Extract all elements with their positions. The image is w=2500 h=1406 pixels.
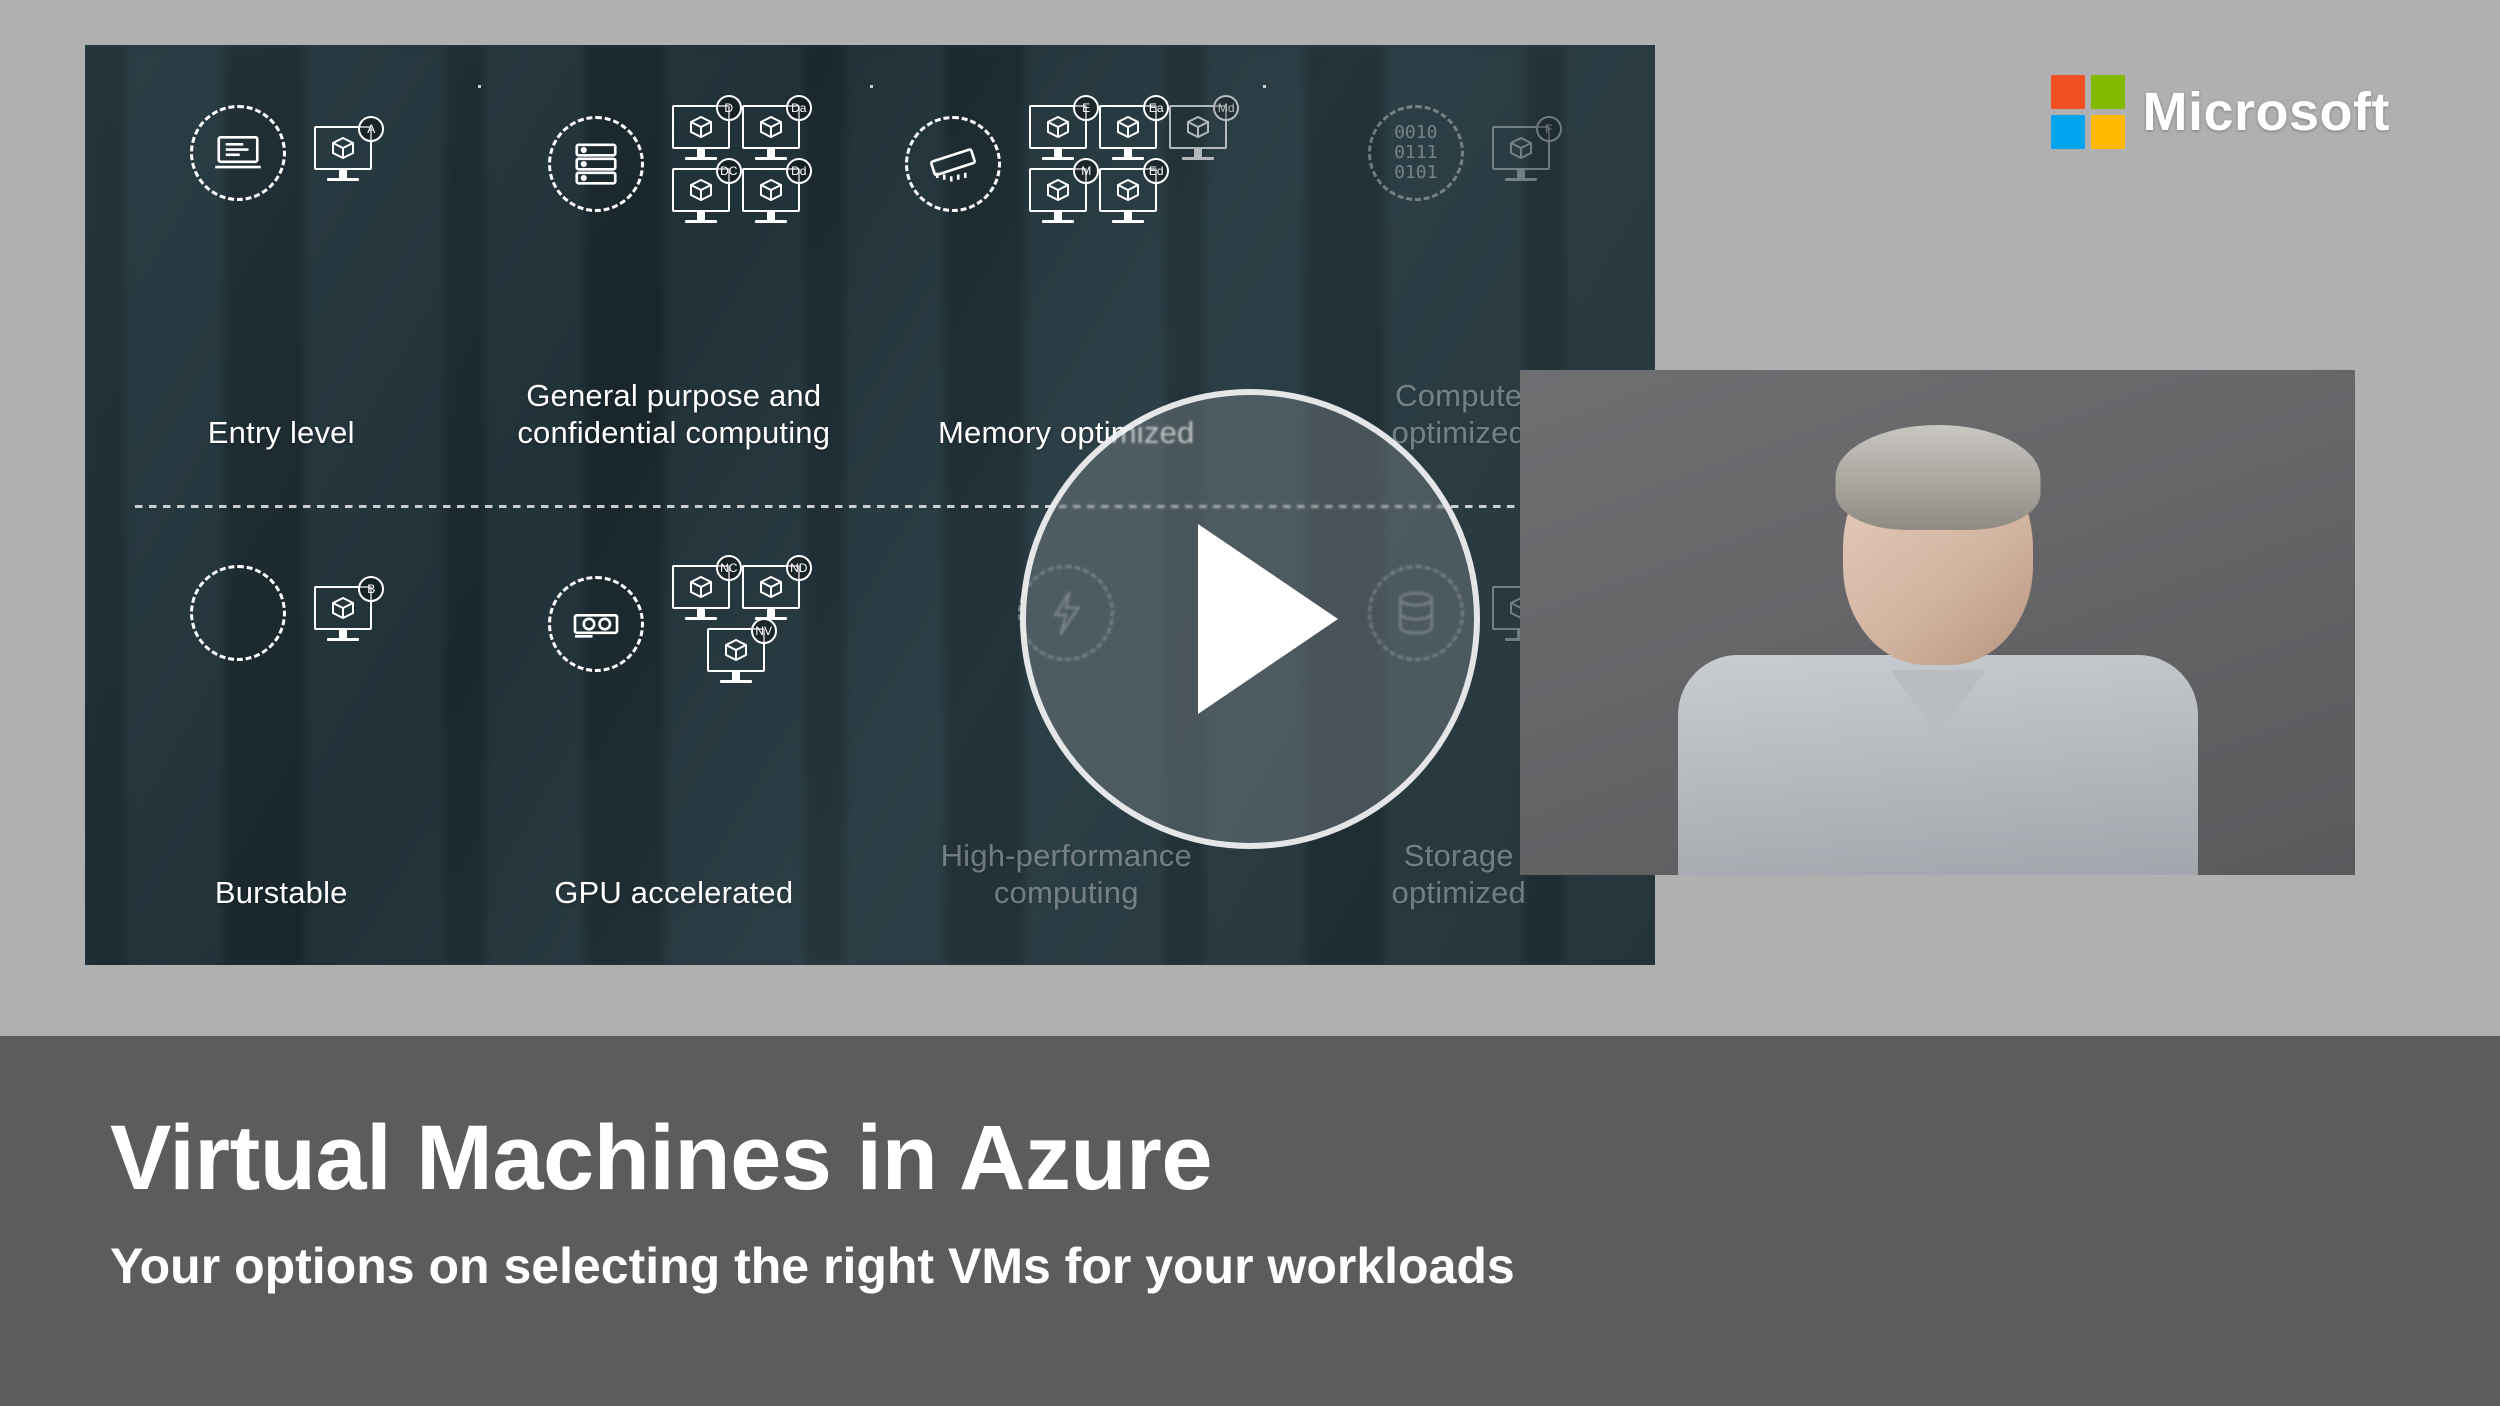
series-badge: Md bbox=[1213, 95, 1239, 121]
vm-monitor-cluster: B bbox=[314, 586, 372, 641]
burst-icon bbox=[190, 565, 286, 661]
server-icon bbox=[548, 116, 644, 212]
cell-general-purpose: D Da DC Dd General purpose and confident… bbox=[478, 45, 871, 505]
series-badge: D bbox=[716, 95, 742, 121]
video-subtitle: Your options on selecting the right VMs … bbox=[110, 1237, 2390, 1295]
laptop-icon bbox=[190, 105, 286, 201]
series-badge: M bbox=[1073, 158, 1099, 184]
binary-icon: 0010 0111 0101 bbox=[1368, 105, 1464, 201]
series-badge: Ea bbox=[1143, 95, 1169, 121]
series-badge: NC bbox=[716, 555, 742, 581]
series-badge: E bbox=[1073, 95, 1099, 121]
gpu-icon bbox=[548, 576, 644, 672]
play-button[interactable] bbox=[1020, 389, 1480, 849]
cell-gpu-accelerated: NC ND NV GPU accelerated bbox=[478, 505, 871, 965]
cell-label: General purpose and confidential computi… bbox=[517, 377, 830, 451]
cell-label: GPU accelerated bbox=[554, 874, 793, 911]
presenter-video-thumbnail bbox=[1520, 370, 2355, 875]
series-badge: Dd bbox=[786, 158, 812, 184]
cell-label: Compute optimized bbox=[1392, 377, 1526, 451]
vm-monitor-cluster: D Da DC Dd bbox=[672, 105, 800, 223]
cell-label: High-performance computing bbox=[941, 837, 1192, 911]
vm-monitor-cluster: E Ea Md M Ed bbox=[1029, 105, 1227, 223]
play-icon bbox=[1198, 524, 1338, 714]
vm-monitor-cluster: F bbox=[1492, 126, 1550, 181]
vm-monitor-cluster: A bbox=[314, 126, 372, 181]
presenter-figure bbox=[1678, 395, 2198, 875]
title-bar: Virtual Machines in Azure Your options o… bbox=[0, 1036, 2500, 1406]
cell-label: Entry level bbox=[208, 414, 355, 451]
series-badge: Da bbox=[786, 95, 812, 121]
cell-label: Burstable bbox=[215, 874, 348, 911]
series-badge: F bbox=[1536, 116, 1562, 142]
cube-icon bbox=[331, 136, 355, 160]
video-title: Virtual Machines in Azure bbox=[110, 1106, 2390, 1211]
microsoft-wordmark: Microsoft bbox=[2143, 81, 2391, 143]
microsoft-logo: Microsoft bbox=[2051, 75, 2391, 149]
cell-label: Storage optimized bbox=[1392, 837, 1526, 911]
series-badge: DC bbox=[716, 158, 742, 184]
cell-entry-level: A Entry level bbox=[85, 45, 478, 505]
series-badge: A bbox=[358, 116, 384, 142]
microsoft-logo-icon bbox=[2051, 75, 2125, 149]
ram-icon bbox=[905, 116, 1001, 212]
series-badge: NV bbox=[751, 618, 777, 644]
vm-monitor-cluster: NC ND NV bbox=[672, 565, 800, 683]
series-badge: ND bbox=[786, 555, 812, 581]
series-badge: Ed bbox=[1143, 158, 1169, 184]
cell-burstable: B Burstable bbox=[85, 505, 478, 965]
series-badge: B bbox=[358, 576, 384, 602]
